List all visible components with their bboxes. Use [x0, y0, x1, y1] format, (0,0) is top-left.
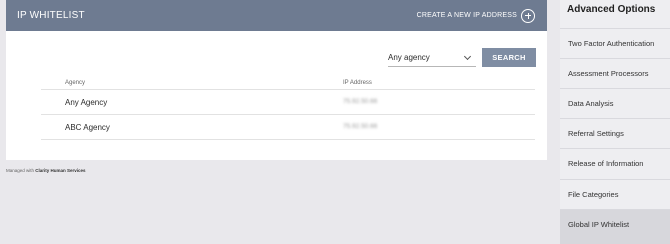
create-ip-address-label: CREATE A NEW IP ADDRESS: [416, 12, 517, 19]
plus-circle-icon: [521, 8, 535, 23]
sidebar-item-data-analysis[interactable]: Data Analysis: [560, 88, 670, 118]
agency-filter-value: Any agency: [388, 53, 430, 62]
sidebar-item-release-of-information[interactable]: Release of Information: [560, 148, 670, 178]
sidebar-item-label: File Categories: [568, 190, 619, 199]
search-button[interactable]: SEARCH: [482, 48, 536, 67]
create-ip-address-button[interactable]: CREATE A NEW IP ADDRESS: [417, 7, 535, 24]
footer-brand: Clarity Human Services: [35, 168, 86, 173]
advanced-options-sidebar: Advanced Options Two Factor Authenticati…: [560, 0, 670, 244]
sidebar-item-two-factor-authentication[interactable]: Two Factor Authentication: [560, 28, 670, 58]
agency-cell: ABC Agency: [65, 123, 110, 132]
column-header-ip-address: IP Address: [343, 80, 372, 86]
sidebar-item-label: Assessment Processors: [568, 69, 649, 78]
sidebar-title: Advanced Options: [567, 4, 656, 15]
agency-filter-select[interactable]: Any agency: [388, 49, 476, 67]
ip-whitelist-panel: IP WHITELIST CREATE A NEW IP ADDRESS Any…: [6, 0, 547, 160]
sidebar-item-referral-settings[interactable]: Referral Settings: [560, 118, 670, 148]
chevron-down-icon: [463, 52, 472, 61]
sidebar-item-assessment-processors[interactable]: Assessment Processors: [560, 58, 670, 88]
page-title: IP WHITELIST: [17, 10, 85, 21]
footer-note: Managed with Clarity Human Services: [6, 168, 86, 173]
sidebar-item-label: Release of Information: [568, 159, 644, 168]
ip-table: Agency IP Address Any Agency 75.92.50.66…: [41, 76, 535, 140]
agency-cell: Any Agency: [65, 98, 108, 107]
sidebar-item-label: Data Analysis: [568, 99, 614, 108]
table-header: Agency IP Address: [41, 76, 535, 90]
ip-address-cell: 75.92.50.66: [343, 98, 378, 105]
sidebar-item-label: Global IP Whitelist: [568, 220, 630, 229]
sidebar-item-label: Two Factor Authentication: [568, 39, 655, 48]
sidebar-item-global-ip-whitelist[interactable]: Global IP Whitelist: [560, 209, 670, 244]
panel-header: IP WHITELIST CREATE A NEW IP ADDRESS: [6, 0, 547, 31]
column-header-agency: Agency: [65, 80, 86, 86]
footer-prefix: Managed with: [6, 168, 36, 173]
sidebar-item-label: Referral Settings: [568, 129, 624, 138]
table-row[interactable]: Any Agency 75.92.50.66: [41, 90, 535, 115]
table-row[interactable]: ABC Agency 75.92.50.66: [41, 115, 535, 140]
ip-address-cell: 75.92.50.66: [343, 123, 378, 130]
sidebar-item-file-categories[interactable]: File Categories: [560, 179, 670, 209]
